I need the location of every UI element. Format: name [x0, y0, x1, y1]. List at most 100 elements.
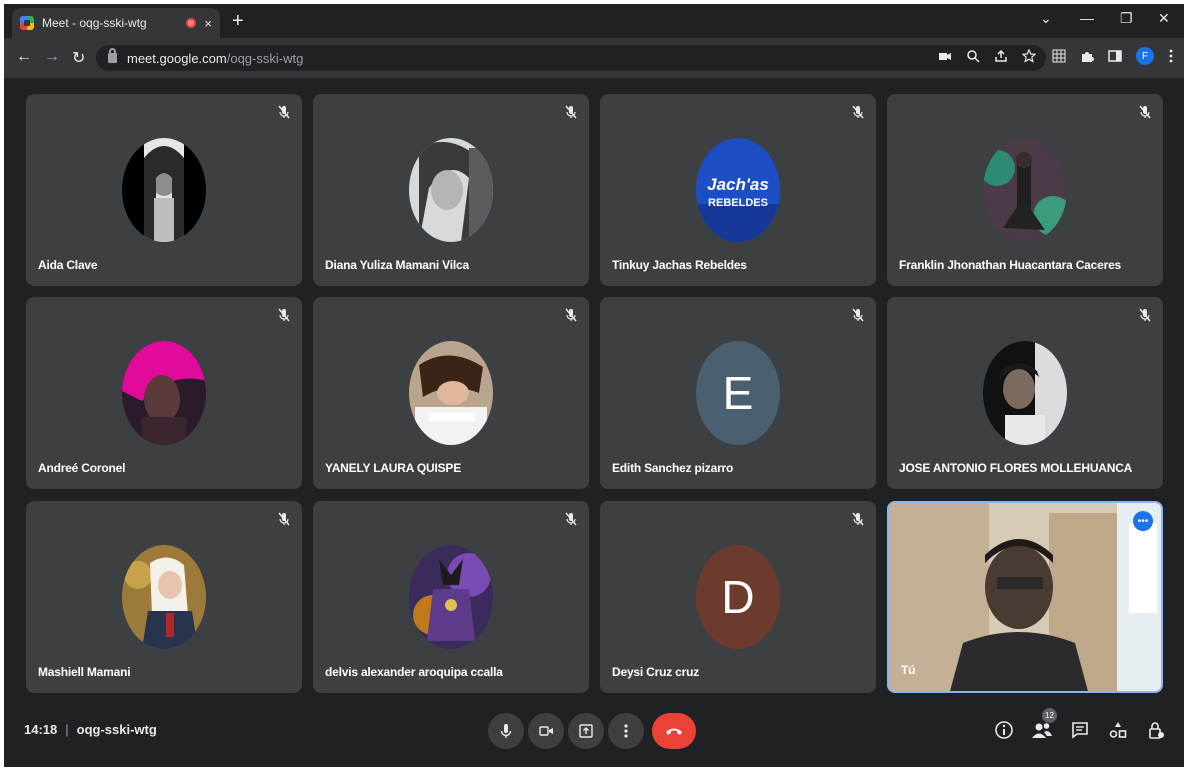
- minimize-button[interactable]: —: [1080, 10, 1094, 26]
- mic-off-icon: [852, 308, 864, 322]
- logo-word-1: Jach'as: [707, 175, 769, 194]
- participant-name: Mashiell Mamani: [38, 665, 131, 679]
- participant-name: Tinkuy Jachas Rebeldes: [612, 258, 747, 272]
- tab-strip: Meet - oqg-sski-wtg × + ⌄ — ❐ ✕: [4, 4, 1184, 38]
- profile-avatar[interactable]: F: [1136, 47, 1154, 65]
- menu-kebab-icon[interactable]: [1168, 49, 1174, 63]
- puzzle-extensions-icon[interactable]: [1080, 49, 1094, 63]
- more-options-icon[interactable]: •••: [1133, 511, 1153, 531]
- participant-tile[interactable]: JOSE ANTONIO FLORES MOLLEHUANCA: [887, 297, 1163, 489]
- lock-person-icon: [1149, 722, 1164, 739]
- group-logo: Jach'as REBELDES: [696, 138, 780, 242]
- people-button[interactable]: 12: [1030, 708, 1057, 742]
- camera-indicator-icon[interactable]: [938, 49, 952, 63]
- self-video-feed: [889, 503, 1161, 691]
- tab-search-icon[interactable]: ⌄: [1040, 10, 1052, 27]
- participant-name: Diana Yuliza Mamani Vilca: [325, 258, 469, 272]
- participant-name: Franklin Jhonathan Huacantara Caceres: [899, 258, 1122, 272]
- participant-count-badge: 12: [1042, 708, 1057, 723]
- bookmark-star-icon[interactable]: [1022, 49, 1036, 63]
- tab-close-button[interactable]: ×: [204, 16, 212, 31]
- participant-tile[interactable]: E Edith Sanchez pizarro: [600, 297, 876, 489]
- mic-off-icon: [852, 105, 864, 119]
- side-panel-icon[interactable]: [1108, 49, 1122, 63]
- participant-tile[interactable]: Andreé Coronel: [26, 297, 302, 489]
- new-tab-button[interactable]: +: [232, 10, 244, 33]
- chat-icon: [1072, 722, 1088, 739]
- people-icon: [1032, 723, 1052, 738]
- participant-tile[interactable]: D Deysi Cruz cruz: [600, 501, 876, 693]
- self-name: Tú: [901, 663, 916, 677]
- activities-button[interactable]: [1106, 718, 1130, 742]
- participant-tile[interactable]: YANELY LAURA QUISPE: [313, 297, 589, 489]
- zoom-icon[interactable]: [966, 49, 980, 63]
- separator: |: [65, 722, 69, 737]
- meet-favicon-icon: [20, 16, 34, 30]
- mic-off-icon: [565, 512, 577, 526]
- reload-button[interactable]: ↻: [72, 48, 85, 68]
- tab-title: Meet - oqg-sski-wtg: [42, 16, 147, 30]
- mic-off-icon: [565, 308, 577, 322]
- address-bar[interactable]: meet.google.com /oqg-sski-wtg: [96, 45, 1046, 71]
- participant-photo: [122, 341, 206, 445]
- mic-off-icon: [565, 105, 577, 119]
- mic-off-icon: [278, 105, 290, 119]
- kebab-menu-icon: [624, 724, 628, 738]
- browser-window: Meet - oqg-sski-wtg × + ⌄ — ❐ ✕ ← → ↻ me…: [4, 4, 1184, 767]
- mic-off-icon: [1139, 105, 1151, 119]
- participant-tile[interactable]: delvis alexander aroquipa ccalla: [313, 501, 589, 693]
- microphone-icon: [500, 724, 512, 738]
- participant-name: Aida Clave: [38, 258, 98, 272]
- present-screen-button[interactable]: [568, 713, 604, 749]
- lock-icon[interactable]: [108, 48, 117, 63]
- meeting-details-button[interactable]: [992, 718, 1016, 742]
- video-camera-icon: [539, 726, 553, 736]
- back-button[interactable]: ←: [16, 48, 32, 66]
- self-video-tile[interactable]: ••• Tú: [887, 501, 1163, 693]
- camera-toggle-button[interactable]: [528, 713, 564, 749]
- participant-photo: [409, 341, 493, 445]
- meet-stage: Aida Clave Diana Yuliza Mamani Vilca Jac…: [4, 78, 1184, 767]
- mic-off-icon: [852, 512, 864, 526]
- extension-area: F: [1052, 47, 1174, 65]
- clock: 14:18: [24, 722, 58, 737]
- mic-toggle-button[interactable]: [488, 713, 524, 749]
- participant-tile[interactable]: Diana Yuliza Mamani Vilca: [313, 94, 589, 286]
- control-bar: 14:18 | oqg-sski-wtg 12: [4, 702, 1184, 762]
- more-options-button[interactable]: [608, 713, 644, 749]
- participant-photo: [409, 545, 493, 649]
- close-window-button[interactable]: ✕: [1158, 10, 1170, 27]
- browser-tab[interactable]: Meet - oqg-sski-wtg ×: [12, 8, 220, 38]
- omnibox-actions: [938, 49, 1036, 63]
- participant-photo: [409, 138, 493, 242]
- grid-extension-icon[interactable]: [1052, 49, 1066, 63]
- participant-tile[interactable]: Mashiell Mamani: [26, 501, 302, 693]
- participant-name: Edith Sanchez pizarro: [612, 461, 734, 475]
- hang-up-icon: [666, 728, 682, 735]
- share-icon[interactable]: [994, 49, 1008, 63]
- participant-photo: [122, 545, 206, 649]
- host-controls-button[interactable]: [1144, 718, 1168, 742]
- participant-name: YANELY LAURA QUISPE: [325, 461, 462, 475]
- chat-button[interactable]: [1068, 718, 1092, 742]
- mic-off-icon: [278, 512, 290, 526]
- participant-tile[interactable]: Jach'as REBELDES Tinkuy Jachas Rebeldes: [600, 94, 876, 286]
- restore-button[interactable]: ❐: [1120, 10, 1133, 27]
- participant-photo: [122, 138, 206, 242]
- forward-button[interactable]: →: [44, 48, 60, 66]
- participant-name: delvis alexander aroquipa ccalla: [325, 665, 503, 679]
- leave-call-button[interactable]: [652, 713, 696, 749]
- participant-tile[interactable]: Franklin Jhonathan Huacantara Caceres: [887, 94, 1163, 286]
- recording-icon: [186, 18, 197, 28]
- initial-avatar: D: [696, 545, 780, 649]
- toolbar: ← → ↻ meet.google.com /oqg-sski-wtg F: [4, 38, 1184, 78]
- present-screen-icon: [579, 724, 593, 738]
- participant-name: Deysi Cruz cruz: [612, 665, 700, 679]
- participant-photo: [983, 341, 1067, 445]
- participant-tile[interactable]: Aida Clave: [26, 94, 302, 286]
- participant-name: Andreé Coronel: [38, 461, 126, 475]
- url-host: meet.google.com: [127, 50, 227, 66]
- logo-word-2: REBELDES: [708, 197, 768, 209]
- activities-icon: [1109, 722, 1127, 738]
- meeting-info: 14:18 | oqg-sski-wtg: [24, 722, 157, 737]
